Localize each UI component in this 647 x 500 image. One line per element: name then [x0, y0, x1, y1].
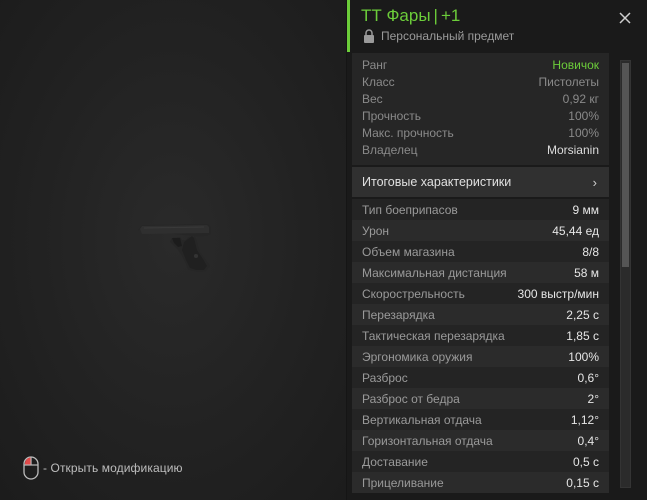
- stat-value: 9 мм: [572, 202, 599, 217]
- stat-row: Тип боеприпасов 9 мм: [352, 199, 609, 220]
- info-label: Владелец: [362, 143, 418, 157]
- pistol-image[interactable]: [134, 216, 218, 272]
- info-label: Вес: [362, 92, 383, 106]
- stat-row: Перезарядка 2,25 с: [352, 304, 609, 325]
- stat-row: Максимальная дистанция 58 м: [352, 262, 609, 283]
- stat-value: 2,25 с: [566, 307, 599, 322]
- stat-label: Скорострельность: [362, 286, 465, 301]
- stat-row: Урон 45,44 ед: [352, 220, 609, 241]
- stat-row: Горизонтальная отдача 0,4°: [352, 430, 609, 451]
- info-value: 100%: [568, 109, 599, 123]
- stat-row: Доставание 0,5 с: [352, 451, 609, 472]
- stat-label: Урон: [362, 223, 390, 238]
- stat-value: 45,44 ед: [552, 223, 599, 238]
- info-row-weight: Вес 0,92 кг: [352, 92, 609, 109]
- info-value: Пистолеты: [538, 75, 600, 89]
- stat-value: 300 выстр/мин: [517, 286, 599, 301]
- info-row-owner: Владелец Morsianin: [352, 143, 609, 160]
- stat-row: Эргономика оружия 100%: [352, 346, 609, 367]
- info-label: Прочность: [362, 109, 422, 123]
- info-row-max-durability: Макс. прочность 100%: [352, 126, 609, 143]
- info-value: Morsianin: [546, 143, 599, 157]
- open-mods-hint: - Открыть модификацию: [23, 456, 183, 480]
- stat-value: 8/8: [582, 244, 599, 259]
- info-label: Класс: [362, 75, 395, 89]
- chevron-right-icon: ›: [592, 174, 597, 190]
- scrollbar[interactable]: [620, 60, 631, 488]
- stat-label: Максимальная дистанция: [362, 265, 507, 280]
- stats-list: Тип боеприпасов 9 мм Урон 45,44 ед Объем м…: [352, 199, 609, 493]
- info-value: Новичок: [552, 58, 599, 72]
- item-preview-area: - Открыть модификацию: [0, 0, 347, 500]
- stat-row: Вертикальная отдача 1,12°: [352, 409, 609, 430]
- stats-panel: Ранг Новичок Класс Пистолеты Вес 0,92 кг…: [352, 53, 609, 500]
- stat-value: 1,12°: [570, 412, 599, 427]
- stat-label: Тип боеприпасов: [362, 202, 458, 217]
- item-name: ТТ Фары: [361, 6, 431, 25]
- item-subtitle: Персональный предмет: [363, 29, 514, 43]
- stat-row: Прицеливание 0,15 с: [352, 472, 609, 493]
- stat-label: Горизонтальная отдача: [362, 433, 493, 448]
- stat-label: Тактическая перезарядка: [362, 328, 505, 343]
- info-row-class: Класс Пистолеты: [352, 75, 609, 92]
- mouse-icon: [23, 456, 39, 480]
- info-row-durability: Прочность 100%: [352, 109, 609, 126]
- stat-value: 1,85 с: [566, 328, 599, 343]
- info-value: 100%: [568, 126, 599, 140]
- stat-label: Прицеливание: [362, 475, 444, 490]
- stat-value: 0,6°: [577, 370, 599, 385]
- stat-row: Тактическая перезарядка 1,85 с: [352, 325, 609, 346]
- stat-label: Объем магазина: [362, 244, 455, 259]
- stat-value: 100%: [568, 349, 599, 364]
- item-upgrade-level: +1: [440, 6, 461, 25]
- stat-row: Разброс от бедра 2°: [352, 388, 609, 409]
- subtitle-text: Персональный предмет: [381, 29, 515, 43]
- hint-text: - Открыть модификацию: [43, 461, 183, 475]
- stat-value: 0,15 с: [566, 475, 599, 490]
- stat-label: Разброс: [362, 370, 408, 385]
- stat-value: 2°: [587, 391, 599, 406]
- stat-value: 0,5 с: [572, 454, 599, 469]
- item-title: ТТ Фары | +1: [361, 6, 460, 26]
- title-separator: |: [433, 6, 438, 25]
- accent-bar: [347, 0, 350, 52]
- stat-value: 0,4°: [577, 433, 599, 448]
- info-row-rank: Ранг Новичок: [352, 58, 609, 75]
- stat-value: 58 м: [574, 265, 599, 280]
- scrollbar-thumb[interactable]: [622, 63, 629, 267]
- lock-icon: [364, 29, 374, 43]
- stat-label: Вертикальная отдача: [362, 412, 482, 427]
- stat-label: Перезарядка: [362, 307, 435, 322]
- stat-label: Доставание: [362, 454, 428, 469]
- summary-stats-toggle[interactable]: Итоговые характеристики ›: [352, 167, 609, 197]
- stat-row: Разброс 0,6°: [352, 367, 609, 388]
- stat-label: Эргономика оружия: [362, 349, 473, 364]
- stat-label: Разброс от бедра: [362, 391, 460, 406]
- close-icon[interactable]: [618, 11, 632, 25]
- stat-row: Объем магазина 8/8: [352, 241, 609, 262]
- info-label: Ранг: [362, 58, 388, 72]
- info-label: Макс. прочность: [362, 126, 454, 140]
- info-value: 0,92 кг: [562, 92, 599, 106]
- item-info-block: Ранг Новичок Класс Пистолеты Вес 0,92 кг…: [352, 53, 609, 165]
- summary-label: Итоговые характеристики: [362, 175, 512, 189]
- stat-row: Скорострельность 300 выстр/мин: [352, 283, 609, 304]
- item-details-panel: ТТ Фары | +1 Персональный предмет Ранг Нов…: [347, 0, 647, 500]
